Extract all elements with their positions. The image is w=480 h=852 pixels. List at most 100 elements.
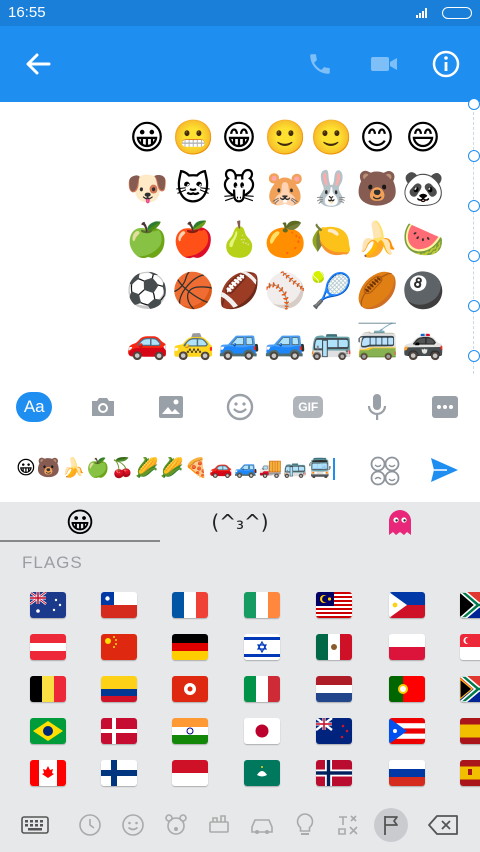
food-icon: [209, 815, 229, 833]
emoji: 🍎: [172, 219, 215, 260]
emoji-button[interactable]: [206, 378, 275, 436]
message-text: 😀🐻🍌🍏🍒🌽🌽🍕🚗🚙🚚🚌🚍: [16, 457, 333, 479]
backspace-icon: [428, 815, 458, 835]
backspace-button[interactable]: [426, 808, 460, 842]
flag-hk[interactable]: [172, 676, 208, 702]
camera-button[interactable]: [69, 378, 138, 436]
flag-ca[interactable]: [30, 760, 66, 786]
flag-row: [0, 672, 480, 714]
flag-jp[interactable]: [244, 718, 280, 744]
flag-in[interactable]: [172, 718, 208, 744]
gif-button[interactable]: GIF: [274, 378, 343, 436]
category-objects[interactable]: [288, 808, 322, 842]
video-camera-icon: [371, 57, 397, 71]
tab-emoji[interactable]: 😀: [0, 502, 160, 542]
category-flags[interactable]: [374, 808, 408, 842]
microphone-icon: [367, 394, 386, 420]
flag-co[interactable]: [101, 676, 137, 702]
emoji: ⚾: [264, 270, 307, 311]
gif-icon: GIF: [293, 396, 324, 418]
flag-cn[interactable]: [101, 634, 137, 660]
flag-pl[interactable]: [389, 634, 425, 660]
category-food[interactable]: [202, 808, 236, 842]
back-button[interactable]: [20, 46, 56, 82]
call-button[interactable]: [302, 46, 338, 82]
flag-no[interactable]: [316, 760, 352, 786]
message-input[interactable]: 😀🐻🍌🍏🍒🌽🌽🍕🚗🚙🚚🚌🚍: [16, 456, 335, 480]
flag-id[interactable]: [172, 760, 208, 786]
emoji-keyboard-toggle[interactable]: [368, 454, 402, 488]
flag-au[interactable]: [30, 592, 66, 618]
emoji: 😀: [129, 117, 165, 158]
tab-kaomoji[interactable]: (^₃^): [160, 502, 320, 542]
flag-it[interactable]: [244, 676, 280, 702]
switch-keyboard-button[interactable]: [18, 808, 52, 842]
flag-grid: [0, 588, 480, 798]
emoji: 🎱: [402, 270, 445, 311]
text-format-button[interactable]: Aa: [0, 378, 69, 436]
app-bar: [0, 26, 480, 102]
emoji: 🚌: [310, 321, 353, 362]
category-bar: [0, 798, 480, 852]
flag-sg[interactable]: [460, 634, 480, 660]
flag-br[interactable]: [30, 718, 66, 744]
read-receipt-icon: [468, 300, 480, 312]
emoji: 🐻: [356, 168, 399, 209]
voice-button[interactable]: [343, 378, 412, 436]
emoji-row: 🐶 🐱 🐭 🐹 🐰 🐻 🐼: [126, 163, 448, 214]
flag-my[interactable]: [316, 592, 352, 618]
emoji: 🐹: [264, 168, 307, 209]
chat-area[interactable]: 😀 😬 😁 🙂 🙂 😊 😄 🐶 🐱 🐭 🐹 🐰 🐻 🐼 🍏 🍎 🍐 🍊 🍋 🍌: [0, 98, 480, 374]
more-button[interactable]: [411, 378, 480, 436]
emoji: 🚙: [264, 321, 307, 362]
symbols-icon: [338, 815, 358, 835]
ghost-icon: [389, 510, 411, 535]
composer-toolbar: Aa GIF: [0, 378, 480, 436]
signal-icon: [416, 8, 427, 18]
category-smileys[interactable]: [116, 808, 150, 842]
emoji: 🙂: [310, 117, 353, 158]
flag-nz[interactable]: [316, 718, 352, 744]
flag-ie[interactable]: [244, 592, 280, 618]
flag-za[interactable]: [460, 592, 480, 618]
video-call-button[interactable]: [366, 46, 402, 82]
category-symbols[interactable]: [331, 808, 365, 842]
flag-za[interactable]: [460, 676, 480, 702]
emoji: 🍊: [264, 219, 307, 260]
flag-pr[interactable]: [389, 718, 425, 744]
flag-es[interactable]: [460, 718, 480, 744]
flag-dk[interactable]: [101, 718, 137, 744]
emoji-icon: [226, 393, 253, 421]
flag-il[interactable]: [244, 634, 280, 660]
gallery-button[interactable]: [137, 378, 206, 436]
flag-ru[interactable]: [389, 760, 425, 786]
arrow-left-icon: [26, 53, 51, 75]
send-button[interactable]: [428, 454, 464, 490]
flag-be[interactable]: [30, 676, 66, 702]
emoji-tab-icon: 😀: [65, 505, 95, 539]
flag-cl[interactable]: [101, 592, 137, 618]
flag-mx[interactable]: [316, 634, 352, 660]
image-icon: [159, 396, 184, 418]
emoji: 🚙: [218, 321, 261, 362]
flag-mo[interactable]: [244, 760, 280, 786]
text-cursor: [332, 457, 335, 480]
flag-at[interactable]: [30, 634, 66, 660]
emoji: 🐰: [310, 168, 353, 209]
compose-row: 😀🐻🍌🍏🍒🌽🌽🍕🚗🚙🚚🚌🚍: [0, 440, 480, 502]
flag-fi[interactable]: [101, 760, 137, 786]
emoji: ⚽: [126, 270, 169, 311]
flag-nl[interactable]: [316, 676, 352, 702]
tab-stickers[interactable]: [320, 502, 480, 542]
info-button[interactable]: [428, 46, 464, 82]
sent-emoji-message: 😀 😬 😁 🙂 🙂 😊 😄 🐶 🐱 🐭 🐹 🐰 🐻 🐼 🍏 🍎 🍐 🍊 🍋 🍌: [126, 112, 448, 367]
flag-ph[interactable]: [389, 592, 425, 618]
flag-fr[interactable]: [172, 592, 208, 618]
flag-de[interactable]: [172, 634, 208, 660]
flag-es[interactable]: [460, 760, 480, 786]
category-travel[interactable]: [245, 808, 279, 842]
category-recent[interactable]: [73, 808, 107, 842]
flag-pt[interactable]: [389, 676, 425, 702]
emoji: 🚕: [172, 321, 215, 362]
category-animals[interactable]: [159, 808, 193, 842]
